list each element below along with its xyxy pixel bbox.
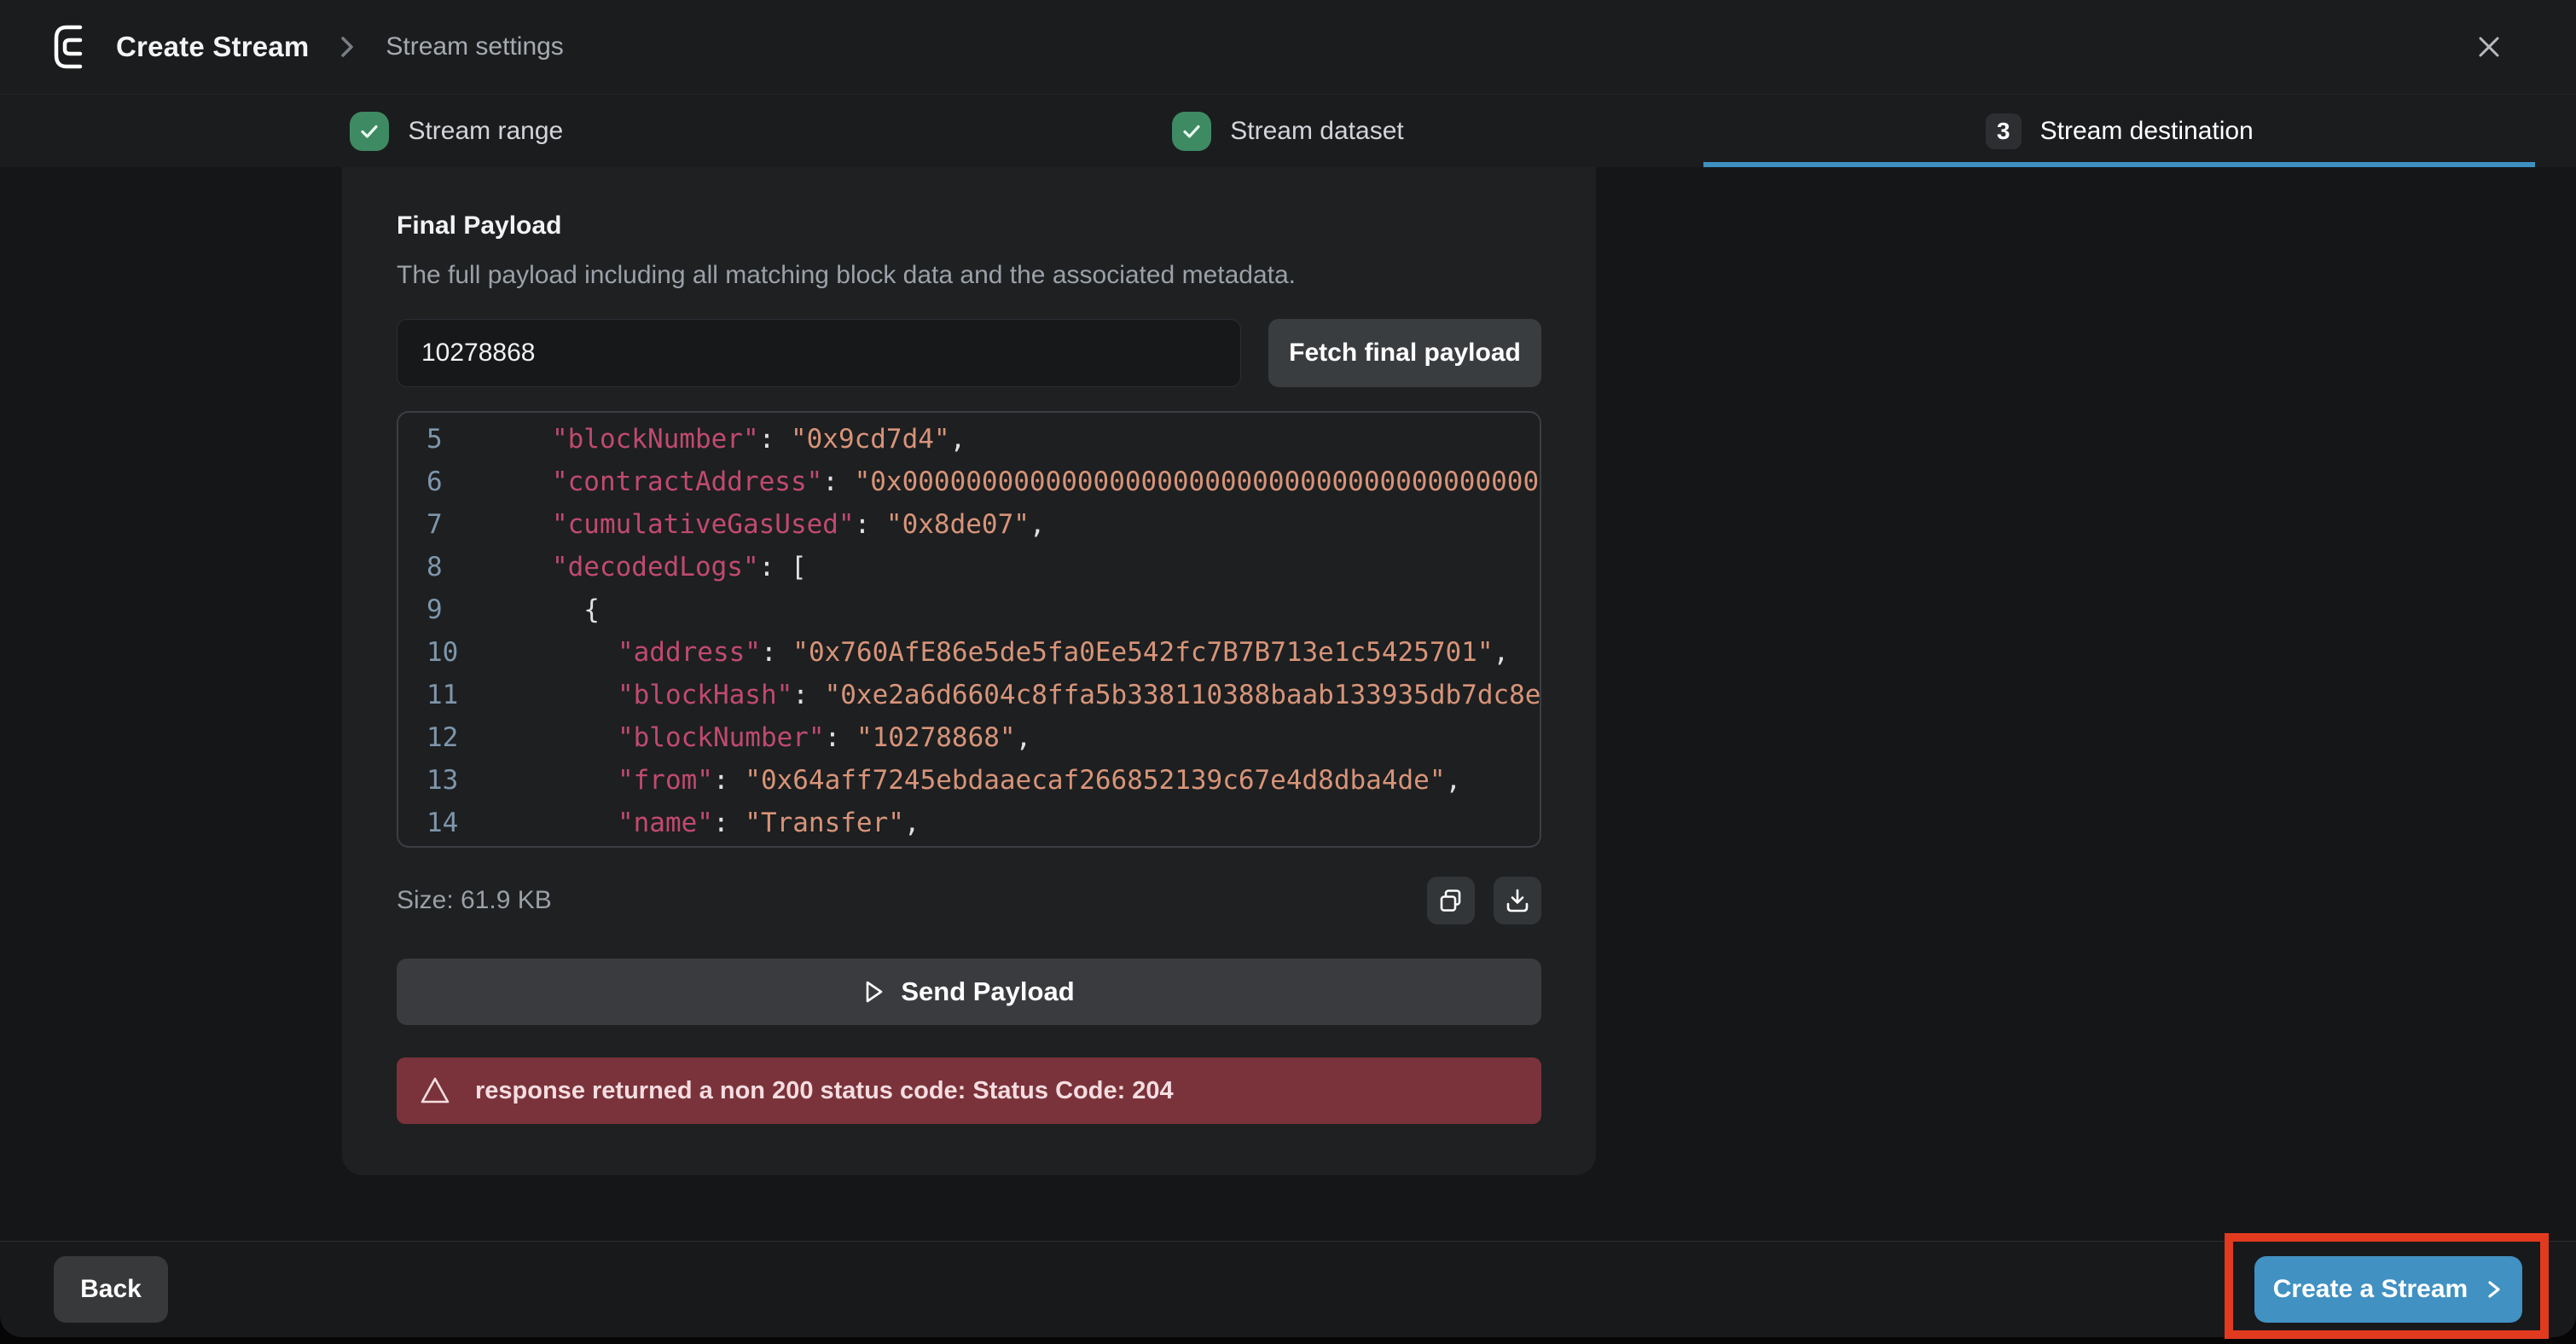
- send-payload-button[interactable]: Send Payload: [397, 959, 1541, 1025]
- code-lines: 5 "blockNumber": "0x9cd7d4",6 "contractA…: [398, 418, 1540, 848]
- code-line: 8 "decodedLogs": [: [398, 546, 1540, 588]
- code-line: 10 "address": "0x760AfE86e5de5fa0Ee542fc…: [398, 631, 1540, 674]
- step-stream-destination[interactable]: 3 Stream destination: [1703, 95, 2535, 167]
- chevron-right-icon: [2485, 1277, 2503, 1302]
- check-icon: [350, 112, 389, 151]
- step-label: Stream destination: [2040, 117, 2254, 146]
- step-number-badge: 3: [1986, 113, 2022, 149]
- download-button[interactable]: [1494, 877, 1541, 924]
- breadcrumb: Stream settings: [386, 32, 563, 61]
- final-payload-card: Final Payload The full payload including…: [342, 167, 1596, 1175]
- check-icon: [1172, 112, 1211, 151]
- payload-code-viewer[interactable]: 5 "blockNumber": "0x9cd7d4",6 "contractA…: [397, 411, 1541, 848]
- send-payload-label: Send Payload: [901, 976, 1074, 1007]
- code-line: 15 "to": "0x96a41097fc839448b2591fac2978…: [398, 844, 1540, 848]
- header: Create Stream Stream settings: [0, 0, 2576, 94]
- back-button[interactable]: Back: [54, 1256, 168, 1323]
- block-number-input[interactable]: [397, 319, 1241, 387]
- footer: Back Create a Stream: [0, 1241, 2576, 1337]
- play-icon: [863, 979, 885, 1005]
- create-stream-button[interactable]: Create a Stream: [2254, 1256, 2522, 1323]
- code-line: 13 "from": "0x64aff7245ebdaaecaf26685213…: [398, 759, 1540, 802]
- warning-icon: [419, 1075, 451, 1106]
- size-row: Size: 61.9 KB: [397, 877, 1541, 924]
- copy-icon: [1438, 888, 1464, 913]
- streams-logo-icon: [51, 23, 90, 71]
- fetch-row: Fetch final payload: [397, 319, 1541, 387]
- code-line: 11 "blockHash": "0xe2a6d6604c8ffa5b33811…: [398, 674, 1540, 716]
- stepper: Stream range Stream dataset 3 Stream des…: [0, 94, 2576, 167]
- fetch-final-payload-button[interactable]: Fetch final payload: [1268, 319, 1541, 387]
- close-icon[interactable]: [2469, 26, 2509, 67]
- page-title: Create Stream: [116, 31, 309, 63]
- code-line: 14 "name": "Transfer",: [398, 802, 1540, 844]
- code-line: 12 "blockNumber": "10278868",: [398, 716, 1540, 759]
- copy-button[interactable]: [1427, 877, 1475, 924]
- main-content: Final Payload The full payload including…: [0, 167, 2576, 1241]
- error-banner: response returned a non 200 status code:…: [397, 1057, 1541, 1124]
- create-stream-label: Create a Stream: [2273, 1275, 2468, 1304]
- download-icon: [1504, 887, 1531, 914]
- step-stream-dataset[interactable]: Stream dataset: [873, 95, 1704, 167]
- error-message: response returned a non 200 status code:…: [475, 1077, 1174, 1105]
- code-line: 6 "contractAddress": "0x0000000000000000…: [398, 461, 1540, 503]
- section-title: Final Payload: [397, 211, 1541, 240]
- create-stream-modal: Create Stream Stream settings Stream ran…: [0, 0, 2576, 1337]
- code-line: 9 {: [398, 588, 1540, 631]
- code-line: 5 "blockNumber": "0x9cd7d4",: [398, 418, 1540, 461]
- section-description: The full payload including all matching …: [397, 261, 1541, 290]
- code-line: 7 "cumulativeGasUsed": "0x8de07",: [398, 503, 1540, 546]
- step-stream-range[interactable]: Stream range: [41, 95, 873, 167]
- step-label: Stream dataset: [1230, 117, 1403, 146]
- step-label: Stream range: [408, 117, 563, 146]
- breadcrumb-chevron-icon: [338, 33, 357, 61]
- payload-size-label: Size: 61.9 KB: [397, 886, 552, 915]
